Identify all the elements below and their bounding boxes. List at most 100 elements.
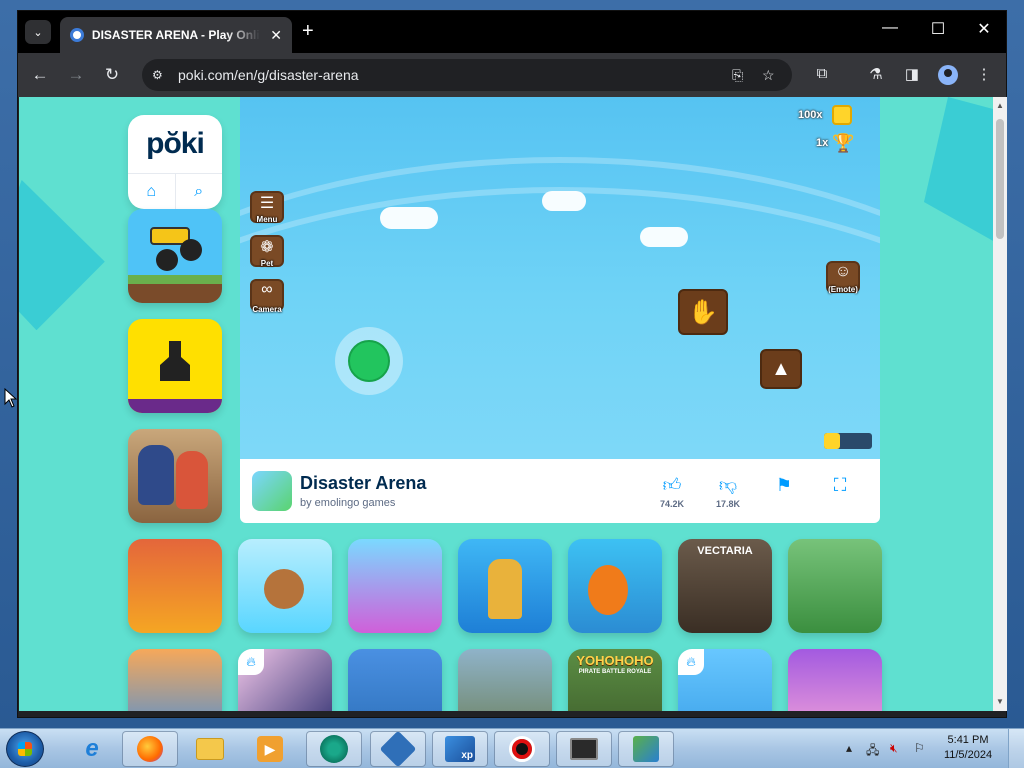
action-center-flag-icon[interactable]: ⚐ xyxy=(914,741,925,755)
grab-hand-button[interactable]: ✋ xyxy=(678,289,728,335)
cloud xyxy=(380,207,438,229)
silhouette-figure xyxy=(160,341,190,381)
start-button[interactable] xyxy=(6,731,44,767)
labs-flask-icon[interactable]: ⚗ xyxy=(866,65,886,83)
side-panel-icon[interactable]: ◨ xyxy=(902,65,922,83)
fullscreen-button[interactable]: ⛶ xyxy=(820,475,860,495)
flag-icon: ⚑ xyxy=(775,475,793,495)
game-thumbnail-pharaoh[interactable] xyxy=(458,539,552,633)
game-thumbnail-monster-truck[interactable] xyxy=(128,209,222,303)
network-tool-icon[interactable] xyxy=(618,731,674,767)
tray-expand-icon[interactable]: ▴ xyxy=(846,741,852,755)
emote-label: (Emote) xyxy=(828,285,858,294)
xp-mode-icon[interactable]: xp xyxy=(432,731,488,767)
windows-taskbar: e ▶ xp ▴ 🖧 🔇︎ ⚐ 5:41 PM 11/5/2024 xyxy=(0,728,1024,768)
close-window-button[interactable]: ✕ xyxy=(964,19,1004,39)
mouse-cursor xyxy=(4,388,18,408)
maximize-button[interactable]: ☐ xyxy=(918,19,958,39)
game-thumbnail-shooter[interactable] xyxy=(458,649,552,711)
jump-button[interactable]: ▲ xyxy=(760,349,802,389)
back-arrow-icon[interactable]: ← xyxy=(28,63,52,87)
game-developer[interactable]: by emolingo games xyxy=(300,497,395,509)
system-monitor-icon[interactable] xyxy=(556,731,612,767)
game-thumbnail-stickman[interactable] xyxy=(788,649,882,711)
address-bar[interactable]: ⚙ poki.com/en/g/disaster-arena ⎘ ☆ xyxy=(142,59,792,91)
coin-count: 100x xyxy=(798,109,823,121)
browser-window: ⌄ DISASTER ARENA - Play Online ✕ + — ☐ ✕… xyxy=(17,10,1007,718)
yohoho-subtitle: PIRATE BATTLE ROYALE xyxy=(578,669,652,675)
cloud xyxy=(640,227,688,247)
game-thumbnail-prison-escape[interactable] xyxy=(128,429,222,523)
show-desktop-button[interactable] xyxy=(1008,729,1024,768)
game-thumbnail-monkey-mart[interactable] xyxy=(238,539,332,633)
virtualbox-icon[interactable] xyxy=(370,730,426,768)
browser-toolbar: ← → ↻ ⚙ poki.com/en/g/disaster-arena ⎘ ☆… xyxy=(18,53,1006,97)
like-button[interactable]: 👍︎ 74.2K xyxy=(652,475,692,509)
game-thumbnail-silhouette[interactable] xyxy=(128,319,222,413)
scroll-thumb[interactable] xyxy=(996,119,1004,239)
paw-icon: ❁ xyxy=(260,239,274,256)
system-clock[interactable]: 5:41 PM 11/5/2024 xyxy=(936,733,1000,763)
hot-flame-icon: 🔥︎ xyxy=(238,649,264,675)
media-player-icon[interactable]: ▶ xyxy=(242,731,298,767)
game-thumbnail-yohoho[interactable]: YOHOHOHO PIRATE BATTLE ROYALE xyxy=(568,649,662,711)
report-button[interactable]: ⚑ xyxy=(764,475,804,495)
internet-explorer-icon[interactable]: e xyxy=(64,731,120,767)
dislike-count: 17.8K xyxy=(715,499,741,509)
joystick-knob[interactable] xyxy=(348,340,390,382)
dislike-button[interactable]: 👎︎ 17.8K xyxy=(708,475,748,509)
page-scrollbar[interactable]: ▲ ▼ xyxy=(993,97,1007,711)
game-thumbnail-slash-dragon[interactable] xyxy=(568,539,662,633)
more-menu-icon[interactable]: ⋮ xyxy=(974,65,994,83)
network-icon[interactable]: 🖧 xyxy=(866,741,879,762)
game-thumbnail-subway-surfers[interactable] xyxy=(128,539,222,633)
url-text[interactable]: poki.com/en/g/disaster-arena xyxy=(178,67,359,83)
game-thumbnail-minecraft-archer[interactable] xyxy=(348,649,442,711)
reload-icon[interactable]: ↻ xyxy=(100,63,124,87)
joystick[interactable] xyxy=(335,327,403,395)
chat-bar[interactable] xyxy=(824,433,872,449)
game-icon-thumbnail xyxy=(252,471,292,511)
cloud xyxy=(542,191,586,211)
scroll-up-icon[interactable]: ▲ xyxy=(996,101,1004,110)
firefox-icon[interactable] xyxy=(122,731,178,767)
chrome-app-icon[interactable] xyxy=(306,731,362,767)
poki-logo[interactable]: pŏki xyxy=(128,127,222,161)
game-info-bar: Disaster Arena by emolingo games 👍︎ 74.2… xyxy=(240,459,880,523)
game-thumbnail-mouse[interactable]: 🔥︎ xyxy=(678,649,772,711)
yohoho-title: YOHOHOHO xyxy=(576,653,654,668)
new-tab-button[interactable]: + xyxy=(302,21,314,41)
extensions-icon[interactable]: ⧉ xyxy=(812,65,832,82)
file-explorer-icon[interactable] xyxy=(182,731,238,767)
truck-wheel xyxy=(180,239,202,261)
clock-time: 5:41 PM xyxy=(947,734,989,746)
game-canvas[interactable]: ☰ Menu ❁ Pet ∞ Camera 100x 1x 🏆 ☺ (Emote… xyxy=(240,97,880,459)
profile-avatar-icon[interactable] xyxy=(938,65,958,85)
bookmark-star-icon[interactable]: ☆ xyxy=(762,67,775,84)
tab-active[interactable]: DISASTER ARENA - Play Online ✕ xyxy=(60,17,292,53)
record-icon[interactable] xyxy=(494,731,550,767)
install-app-icon[interactable]: ⎘ xyxy=(732,67,743,84)
pet-label: Pet xyxy=(260,259,274,268)
game-thumbnail-archer[interactable] xyxy=(128,649,222,711)
dragon-figure xyxy=(588,565,628,615)
runner-figure xyxy=(176,451,208,509)
game-thumbnail-obby-cart[interactable] xyxy=(348,539,442,633)
chat-emoji-icon xyxy=(824,433,840,449)
vectaria-title: VECTARIA xyxy=(697,545,753,557)
clock-date: 11/5/2024 xyxy=(943,749,993,761)
minimize-button[interactable]: — xyxy=(870,19,910,37)
home-icon[interactable]: ⌂ xyxy=(128,174,176,209)
site-info-icon[interactable]: ⚙ xyxy=(152,68,174,82)
tab-search-button[interactable]: ⌄ xyxy=(25,20,51,44)
scroll-down-icon[interactable]: ▼ xyxy=(996,697,1004,706)
hot-flame-icon: 🔥︎ xyxy=(678,649,704,675)
game-thumbnail-vectaria[interactable]: VECTARIA xyxy=(678,539,772,633)
tab-close-icon[interactable]: ✕ xyxy=(270,27,282,44)
game-thumbnail-ghost-dash[interactable]: 🔥︎ xyxy=(238,649,332,711)
volume-muted-icon[interactable]: 🔇︎ xyxy=(890,741,898,756)
search-icon[interactable]: ⌕ xyxy=(176,174,223,209)
forward-arrow-icon[interactable]: → xyxy=(64,63,88,87)
trophy-count: 1x xyxy=(816,137,829,149)
game-thumbnail-zombie-blocks[interactable] xyxy=(788,539,882,633)
